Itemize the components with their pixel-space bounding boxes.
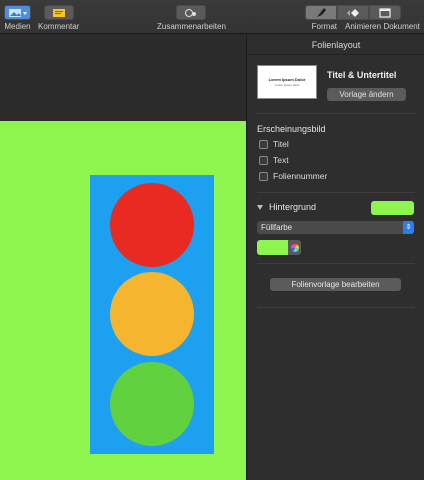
slide-number-checkbox-label: Foliennummer xyxy=(273,171,328,181)
color-wheel-icon xyxy=(290,243,299,252)
layout-name: Titel & Untertitel xyxy=(327,70,397,80)
panel-title: Folienlayout xyxy=(247,35,424,55)
inspector-labels: Format Animieren Dokument xyxy=(305,22,421,31)
animate-icon xyxy=(347,8,359,17)
comment-button[interactable]: Kommentar xyxy=(38,5,79,31)
yellow-light-circle[interactable] xyxy=(110,272,194,356)
disclosure-triangle-icon xyxy=(257,204,263,210)
comment-icon xyxy=(43,5,74,20)
fill-type-select[interactable]: Füllfarbe ⇕ xyxy=(257,221,414,234)
divider xyxy=(257,307,415,308)
divider xyxy=(257,113,415,114)
animate-label: Animieren xyxy=(345,22,382,31)
thumbnail-subtitle: Lorem ipsum dolor xyxy=(274,83,300,87)
title-checkbox-label: Titel xyxy=(273,139,289,149)
collaborate-label: Zusammenarbeiten xyxy=(157,22,226,31)
text-checkbox-row[interactable]: Text xyxy=(259,155,289,165)
change-master-button[interactable]: Vorlage ändern xyxy=(327,88,406,101)
fill-type-value: Füllfarbe xyxy=(261,223,293,232)
collaborate-icon xyxy=(176,5,207,20)
media-label: Medien xyxy=(4,22,31,31)
inspector-segmented-control xyxy=(305,5,401,20)
document-icon xyxy=(379,7,391,18)
canvas-background xyxy=(0,35,246,121)
background-section-toggle[interactable]: Hintergrund xyxy=(257,202,316,212)
background-title: Hintergrund xyxy=(269,202,317,212)
red-light-circle[interactable] xyxy=(110,183,194,267)
document-label: Dokument xyxy=(383,22,420,31)
background-color-swatch[interactable] xyxy=(371,201,414,215)
edit-master-button[interactable]: Folienvorlage bearbeiten xyxy=(270,278,401,291)
slide-number-checkbox[interactable] xyxy=(259,171,268,181)
color-picker-button[interactable] xyxy=(288,240,301,255)
select-arrows-icon: ⇕ xyxy=(403,221,414,234)
layout-thumbnail[interactable]: Lorem Ipsum Dolor Lorem ipsum dolor xyxy=(257,65,317,99)
comment-label: Kommentar xyxy=(38,22,80,31)
green-light-circle[interactable] xyxy=(110,362,194,446)
thumbnail-title: Lorem Ipsum Dolor xyxy=(268,77,306,82)
media-icon xyxy=(4,5,31,20)
appearance-title: Erscheinungsbild xyxy=(257,124,326,134)
animate-button[interactable] xyxy=(337,5,369,20)
divider xyxy=(257,192,415,193)
collaborate-button[interactable]: Zusammenarbeiten xyxy=(157,5,226,31)
fill-color-well[interactable] xyxy=(257,240,288,255)
divider xyxy=(257,263,415,264)
title-checkbox[interactable] xyxy=(259,139,268,149)
title-checkbox-row[interactable]: Titel xyxy=(259,139,289,149)
toolbar: Medien Kommentar Zusammenarbeiten Format… xyxy=(0,0,424,34)
document-button[interactable] xyxy=(369,5,401,20)
media-button[interactable]: Medien xyxy=(4,5,31,31)
text-checkbox[interactable] xyxy=(259,155,268,165)
format-label: Format xyxy=(311,22,337,31)
format-button[interactable] xyxy=(305,5,337,20)
paintbrush-icon xyxy=(317,8,326,17)
inspector-panel: Folienlayout Lorem Ipsum Dolor Lorem ips… xyxy=(246,35,424,480)
slide-number-checkbox-row[interactable]: Foliennummer xyxy=(259,171,327,181)
text-checkbox-label: Text xyxy=(273,155,289,165)
